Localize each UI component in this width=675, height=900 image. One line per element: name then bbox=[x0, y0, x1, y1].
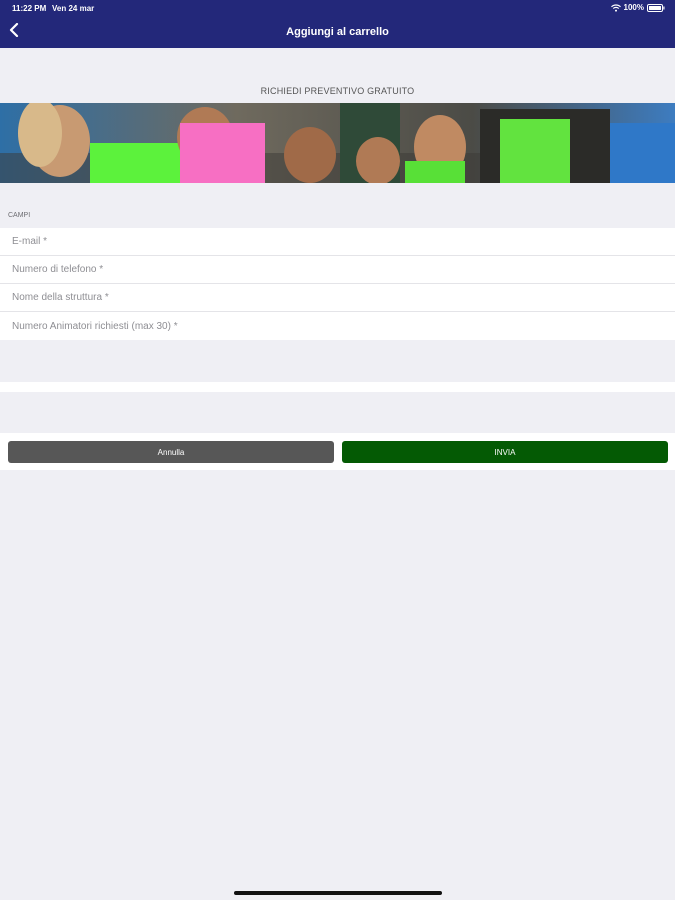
home-indicator bbox=[234, 891, 442, 895]
section-title: RICHIEDI PREVENTIVO GRATUITO bbox=[260, 86, 415, 96]
structure-name-field[interactable] bbox=[12, 292, 652, 303]
phone-field[interactable] bbox=[12, 264, 652, 275]
battery-percent: 100% bbox=[623, 3, 644, 12]
email-field[interactable] bbox=[12, 236, 652, 247]
animators-count-field[interactable] bbox=[12, 320, 652, 332]
email-field-row bbox=[0, 228, 675, 256]
status-bar: 11:22 PM Ven 24 mar 100% bbox=[0, 0, 675, 16]
status-right: 100% bbox=[610, 3, 665, 12]
spacer-strip bbox=[0, 382, 675, 392]
wifi-icon bbox=[610, 3, 621, 12]
animators-count-field-row bbox=[0, 312, 675, 340]
app-header: 11:22 PM Ven 24 mar 100% Aggiungi al car… bbox=[0, 0, 675, 48]
phone-field-row bbox=[0, 256, 675, 284]
status-time: 11:22 PM bbox=[12, 4, 47, 13]
structure-name-field-row bbox=[0, 284, 675, 312]
nav-bar: Aggiungi al carrello bbox=[0, 18, 675, 48]
fields-header: CAMPI bbox=[8, 212, 31, 219]
fields-group bbox=[0, 228, 675, 340]
page-title: Aggiungi al carrello bbox=[286, 26, 389, 38]
banner-image bbox=[0, 103, 675, 183]
action-buttons: Annulla INVIA bbox=[0, 433, 675, 470]
cancel-button[interactable]: Annulla bbox=[8, 441, 334, 463]
status-date: Ven 24 mar bbox=[52, 4, 95, 13]
battery-icon bbox=[647, 3, 665, 12]
send-button[interactable]: INVIA bbox=[342, 441, 668, 463]
